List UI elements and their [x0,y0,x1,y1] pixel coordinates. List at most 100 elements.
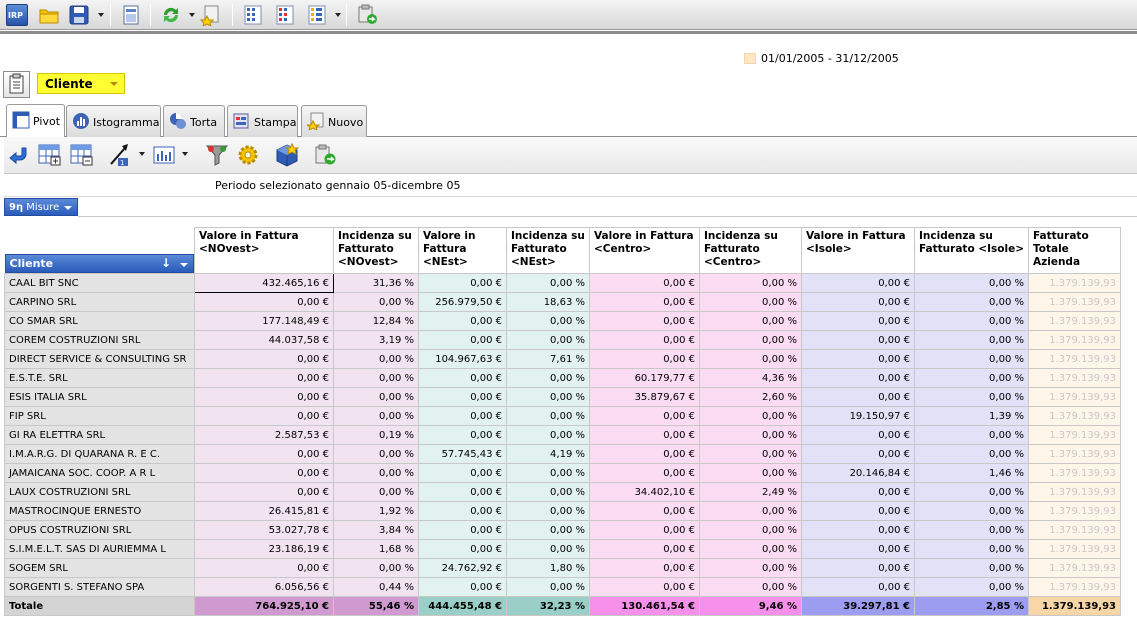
row-header[interactable]: SORGENTI S. STEFANO SPA [4,577,195,597]
data-cell[interactable]: 2,49 % [699,482,802,502]
data-cell[interactable]: 0,00 € [801,539,915,559]
data-cell[interactable]: 0,00 € [589,520,700,540]
data-cell[interactable]: 0,19 % [333,425,419,445]
row-header[interactable]: S.I.M.E.L.T. SAS DI AURIEMMA L [4,539,195,559]
data-cell[interactable]: 0,00 € [801,482,915,502]
data-cell[interactable]: 44.037,58 € [194,330,334,350]
data-cell[interactable]: 0,00 % [333,482,419,502]
data-cell[interactable]: 0,00 € [589,406,700,426]
data-cell[interactable]: 0,00 € [418,520,507,540]
chevron-down-icon[interactable] [180,263,188,267]
grid-blue-icon[interactable] [242,4,264,26]
data-cell[interactable]: 0,00 % [506,520,590,540]
data-cell[interactable]: 0,00 € [589,444,700,464]
filter-icon[interactable] [205,143,229,167]
data-cell[interactable]: 0,00 % [333,292,419,312]
data-cell[interactable]: 0,00 % [914,292,1029,312]
data-cell[interactable]: 6.056,56 € [194,577,334,597]
data-cell[interactable]: 1.379.139,93 [1028,539,1121,559]
row-header[interactable]: GI RA ELETTRA SRL [4,425,195,445]
data-cell[interactable]: 0,00 % [914,539,1029,559]
drill-dropdown-caret[interactable] [139,152,145,156]
export-icon[interactable] [313,143,337,167]
data-cell[interactable]: 0,00 € [801,387,915,407]
data-cell[interactable]: 1.379.139,93 [1028,520,1121,540]
data-cell[interactable]: 0,00 % [699,577,802,597]
total-cell[interactable]: 32,23 % [506,596,590,616]
data-cell[interactable]: 0,00 % [699,520,802,540]
data-cell[interactable]: 0,00 % [506,330,590,350]
data-cell[interactable]: 0,00 % [333,558,419,578]
data-cell[interactable]: 0,00 € [418,368,507,388]
data-cell[interactable]: 0,00 € [194,387,334,407]
data-cell[interactable]: 35.879,67 € [589,387,700,407]
data-cell[interactable]: 0,00 % [699,273,802,293]
row-header[interactable]: OPUS COSTRUZIONI SRL [4,520,195,540]
back-arrow-icon[interactable] [8,144,30,166]
grid-yellow-icon[interactable] [306,4,328,26]
data-cell[interactable]: 104.967,63 € [418,349,507,369]
data-cell[interactable]: 0,00 % [506,311,590,331]
data-cell[interactable]: 0,00 % [699,292,802,312]
data-cell[interactable]: 0,00 % [914,444,1029,464]
data-cell[interactable]: 0,00 % [333,368,419,388]
data-cell[interactable]: 0,00 % [506,387,590,407]
data-cell[interactable]: 24.762,92 € [418,558,507,578]
tab-pivot[interactable]: Pivot [6,104,65,138]
data-cell[interactable]: 0,00 % [506,273,590,293]
refresh-dropdown-caret[interactable] [189,13,195,17]
save-icon[interactable] [68,4,90,26]
data-cell[interactable]: 0,00 % [914,311,1029,331]
total-cell[interactable]: 130.461,54 € [589,596,700,616]
data-cell[interactable]: 0,00 % [914,273,1029,293]
refresh-icon[interactable] [160,4,182,26]
data-cell[interactable]: 0,00 % [914,368,1029,388]
add-column-icon[interactable] [38,144,62,166]
data-cell[interactable]: 57.745,43 € [418,444,507,464]
total-cell[interactable]: 1.379.139,93 [1028,596,1121,616]
dimension-select[interactable]: Cliente [37,73,125,94]
data-cell[interactable]: 0,00 € [801,330,915,350]
new-star-icon[interactable] [199,4,222,27]
data-cell[interactable]: 1.379.139,93 [1028,349,1121,369]
data-cell[interactable]: 0,00 % [914,577,1029,597]
data-cell[interactable]: 0,00 % [914,387,1029,407]
data-cell[interactable]: 0,00 € [418,387,507,407]
data-cell[interactable]: 0,00 € [418,406,507,426]
row-header[interactable]: SOGEM SRL [4,558,195,578]
data-cell[interactable]: 0,00 € [194,368,334,388]
data-cell[interactable]: 0,00 % [914,425,1029,445]
data-cell[interactable]: 0,00 € [801,558,915,578]
data-cell[interactable]: 23.186,19 € [194,539,334,559]
data-cell[interactable]: 0,00 % [699,330,802,350]
data-cell[interactable]: 0,00 % [506,406,590,426]
grid-dropdown-caret[interactable] [335,13,341,17]
data-cell[interactable]: 1.379.139,93 [1028,330,1121,350]
total-cell[interactable]: 2,85 % [914,596,1029,616]
data-cell[interactable]: 1.379.139,93 [1028,425,1121,445]
data-cell[interactable]: 3,84 % [333,520,419,540]
export-icon[interactable] [356,4,378,26]
data-cell[interactable]: 0,00 € [418,311,507,331]
data-cell[interactable]: 177.148,49 € [194,311,334,331]
column-header[interactable]: Incidenza su Fatturato <Isole> [914,227,1029,274]
data-cell[interactable]: 0,00 % [506,425,590,445]
row-header[interactable]: COREM COSTRUZIONI SRL [4,330,195,350]
grid-red-icon[interactable] [274,4,296,26]
data-cell[interactable]: 31,36 % [333,273,419,293]
data-cell[interactable]: 1.379.139,93 [1028,577,1121,597]
tab-torta[interactable]: Torta [163,105,225,137]
data-cell[interactable]: 0,00 € [194,558,334,578]
open-folder-icon[interactable] [38,4,60,26]
data-cell[interactable]: 0,00 % [699,425,802,445]
settings-gear-icon[interactable] [236,143,260,167]
data-cell[interactable]: 0,00 € [418,330,507,350]
data-cell[interactable]: 1.379.139,93 [1028,273,1121,293]
data-cell[interactable]: 1,68 % [333,539,419,559]
data-cell[interactable]: 432.465,16 € [194,273,334,293]
data-cell[interactable]: 0,00 % [699,501,802,521]
data-cell[interactable]: 0,00 € [589,330,700,350]
data-cell[interactable]: 256.979,50 € [418,292,507,312]
data-cell[interactable]: 0,00 € [801,311,915,331]
data-cell[interactable]: 60.179,77 € [589,368,700,388]
